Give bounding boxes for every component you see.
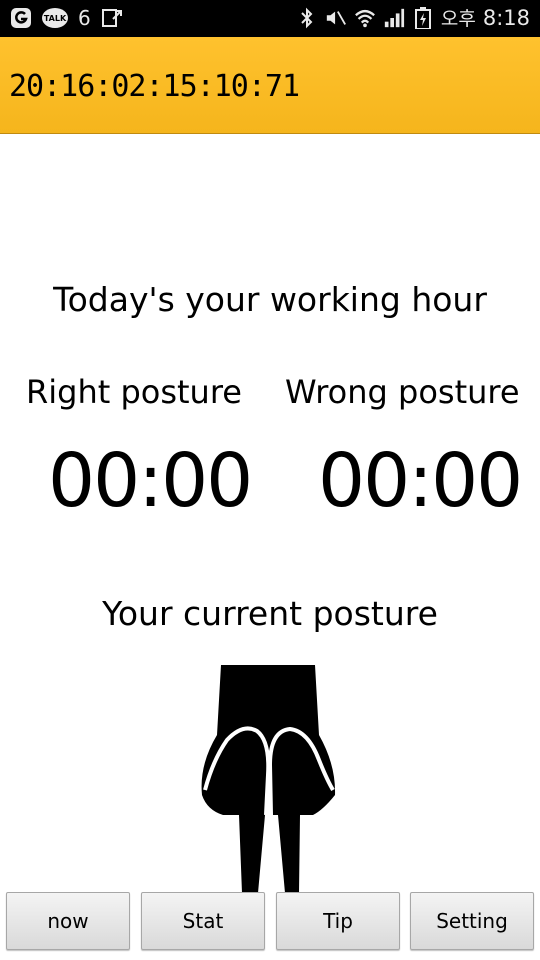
mute-icon (325, 7, 347, 29)
posture-figure-icon (195, 665, 340, 893)
wifi-icon (354, 7, 376, 29)
working-hour-heading: Today's your working hour (53, 280, 487, 319)
current-posture-heading: Your current posture (102, 594, 438, 633)
g-app-icon (10, 7, 32, 29)
wrong-posture-timer: 00:00 (318, 438, 523, 524)
status-ampm: 오후 (440, 8, 476, 30)
wrong-posture-label: Wrong posture (285, 373, 520, 411)
now-button[interactable]: now (6, 892, 130, 950)
status-bar-left: TALK 6 (10, 6, 123, 30)
action-bar: 20:16:02:15:10:71 (0, 37, 540, 134)
battery-icon (412, 6, 434, 29)
right-posture-timer: 00:00 (48, 438, 253, 524)
notification-count: 6 (78, 6, 91, 30)
download-icon (101, 7, 123, 29)
right-posture-label: Right posture (26, 373, 242, 411)
kakaotalk-icon: TALK (42, 8, 68, 28)
action-bar-title: 20:16:02:15:10:71 (9, 69, 300, 104)
stat-button[interactable]: Stat (141, 892, 265, 950)
status-bar: TALK 6 오후 8:18 (0, 0, 540, 37)
signal-icon (383, 7, 405, 29)
tip-button[interactable]: Tip (276, 892, 400, 950)
bottom-button-bar: now Stat Tip Setting (0, 888, 540, 960)
status-bar-right: 오후 8:18 (296, 4, 530, 31)
status-time: 8:18 (482, 5, 530, 30)
setting-button[interactable]: Setting (410, 892, 534, 950)
talk-icon-label: TALK (43, 13, 67, 23)
bluetooth-icon (296, 7, 318, 29)
